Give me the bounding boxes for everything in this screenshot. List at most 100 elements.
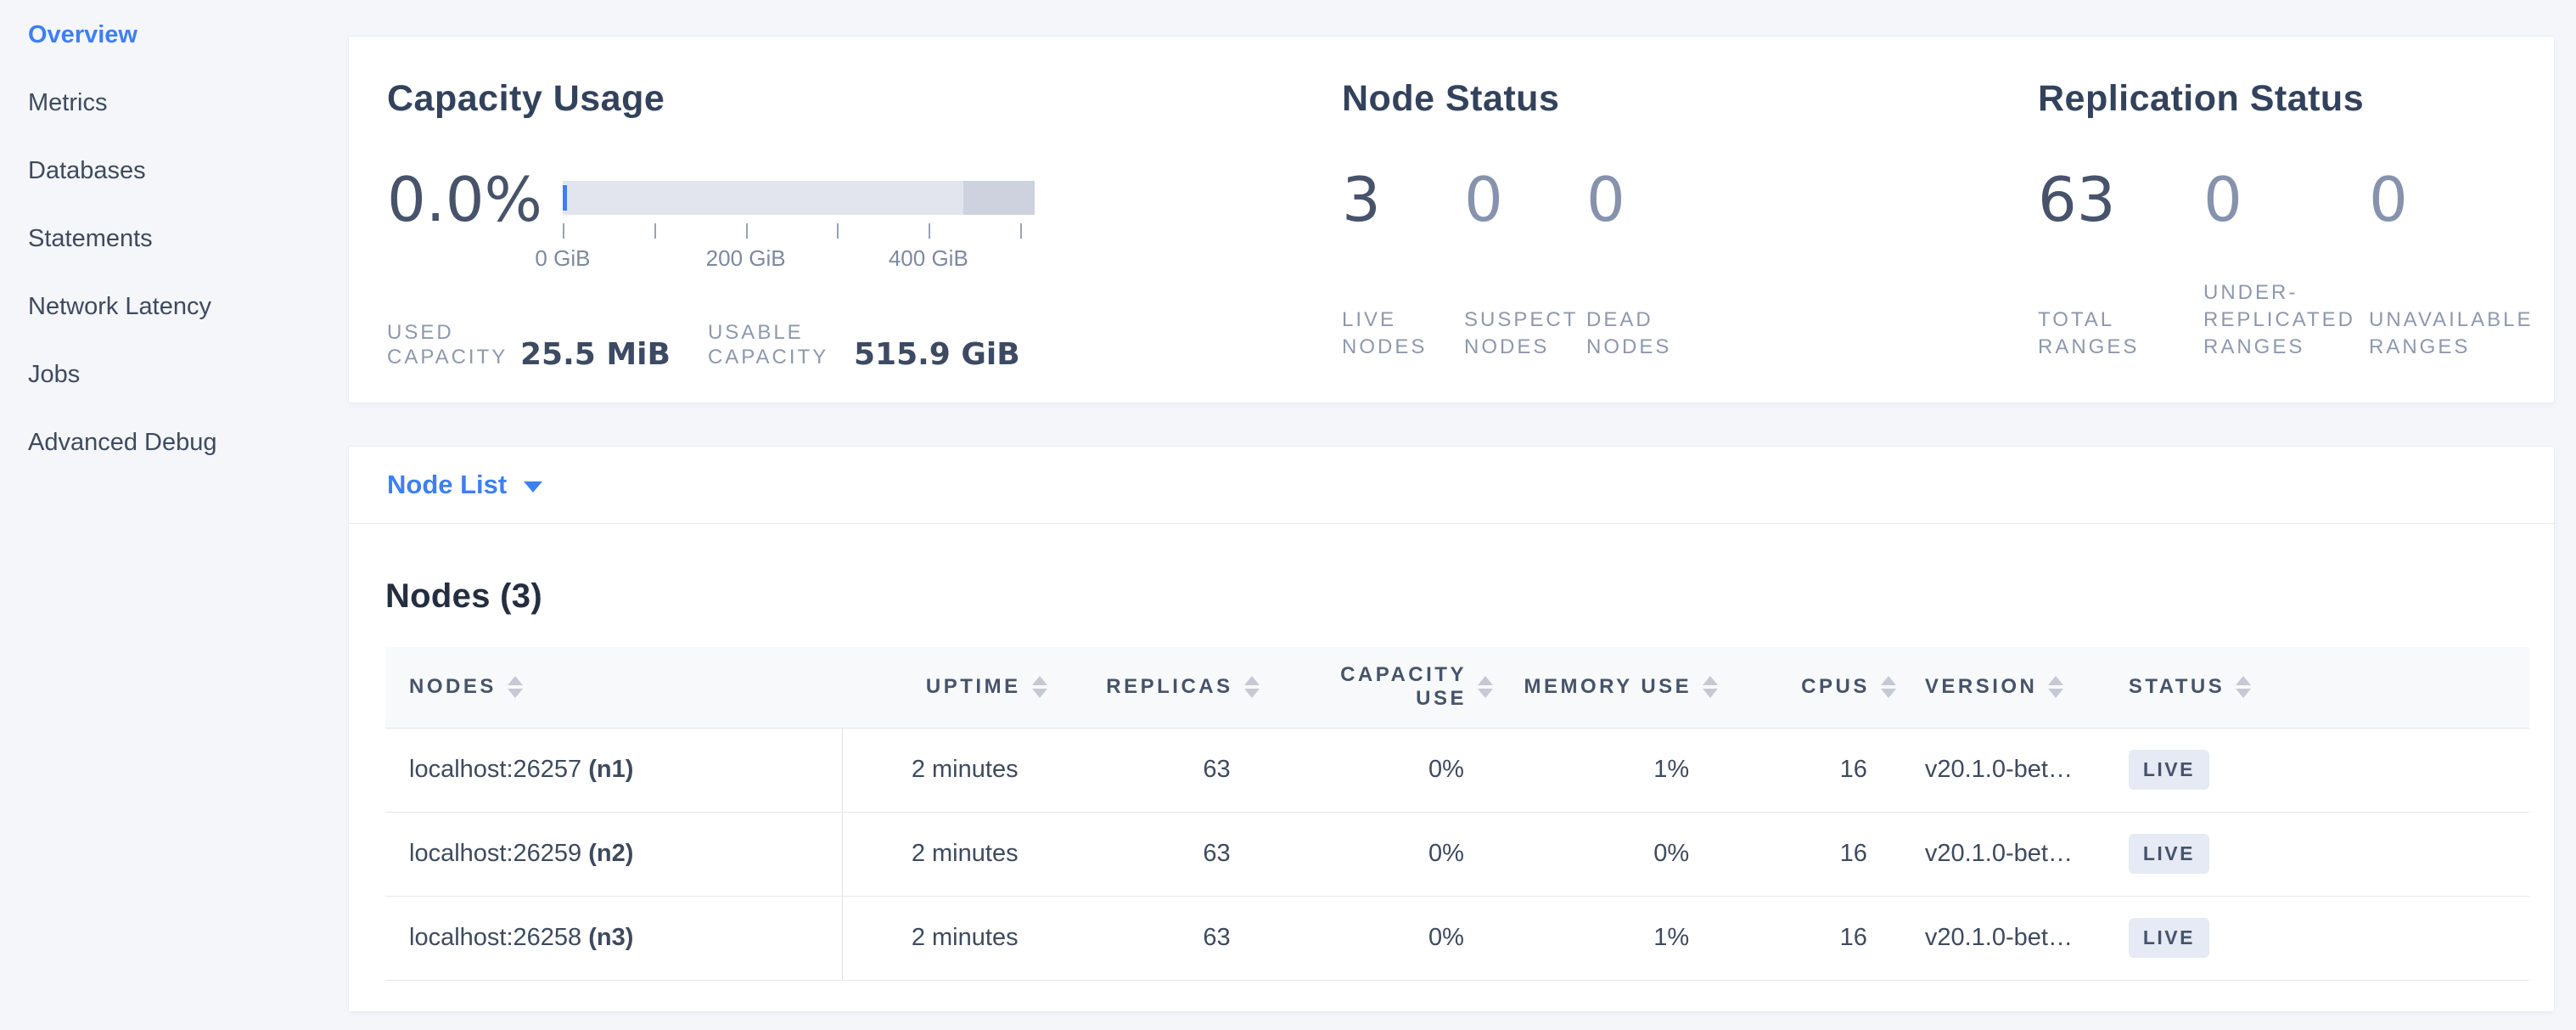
axis-tick [1020, 223, 1022, 239]
nodes-card: Node List Nodes (3) NODES [348, 446, 2555, 1012]
sort-icon[interactable] [2236, 676, 2251, 698]
capacity-usage-title: Capacity Usage [387, 78, 1342, 120]
axis-tick-label: 400 GiB [889, 245, 968, 272]
sort-icon[interactable] [1032, 676, 1047, 698]
capacity-use-cell: 0% [1265, 728, 1498, 812]
capacity-gauge-row: 0.0% 0 GiB [387, 169, 1342, 276]
status-badge: LIVE [2129, 918, 2209, 958]
column-header-capacity-use[interactable]: CAPACITY USE [1265, 647, 1498, 728]
cpus-cell: 16 [1723, 728, 1901, 812]
column-label: STATUS [2129, 675, 2225, 699]
table-row: localhost:26258 (n3) 2 minutes 63 0% 1% … [385, 896, 2529, 980]
total-ranges-value: 63 [2038, 169, 2203, 230]
under-replicated-ranges-value: 0 [2203, 169, 2369, 230]
axis-tick [837, 223, 839, 239]
status-badge: LIVE [2129, 750, 2209, 790]
axis-tick [654, 223, 656, 239]
nodes-count-title: Nodes (3) [385, 577, 2529, 616]
column-label: MEMORY USE [1524, 675, 1692, 699]
column-header-uptime[interactable]: UPTIME [842, 647, 1052, 728]
uptime-cell: 2 minutes [842, 812, 1052, 896]
capacity-use-cell: 0% [1265, 812, 1498, 896]
axis-tick [563, 223, 564, 239]
chevron-down-icon [524, 481, 542, 492]
node-id: (n1) [588, 756, 633, 783]
column-label: REPLICAS [1106, 675, 1232, 699]
table-row: localhost:26257 (n1) 2 minutes 63 0% 1% … [385, 728, 2529, 812]
status-cell: LIVE [2105, 728, 2529, 812]
live-nodes-metric: 3 LIVE NODES [1342, 169, 1464, 361]
under-replicated-ranges-label: UNDER-REPLICATED RANGES [2203, 279, 2377, 361]
capacity-stats-row: USED CAPACITY 25.5 MiB USABLE CAPACITY 5… [387, 320, 1342, 369]
memory-use-cell: 1% [1498, 728, 1723, 812]
node-address-cell: localhost:26259 (n2) [385, 812, 842, 896]
node-list-view-label: Node List [387, 470, 507, 500]
sidebar-item-metrics[interactable]: Metrics [0, 69, 348, 137]
live-nodes-value: 3 [1342, 169, 1464, 230]
uptime-cell: 2 minutes [842, 728, 1052, 812]
sidebar-item-overview[interactable]: Overview [0, 1, 348, 69]
usable-capacity-label: USABLE CAPACITY [708, 320, 835, 369]
node-id: (n3) [588, 924, 633, 951]
column-header-memory-use[interactable]: MEMORY USE [1498, 647, 1723, 728]
unavailable-ranges-label: UNAVAILABLE RANGES [2369, 307, 2543, 361]
unavailable-ranges-metric: 0 UNAVAILABLE RANGES [2369, 169, 2534, 361]
column-label: NODES [409, 675, 497, 699]
replication-status-metrics: 63 TOTAL RANGES 0 UNDER-REPLICATED RANGE… [2038, 169, 2554, 361]
sort-icon[interactable] [1881, 676, 1896, 698]
sidebar: Overview Metrics Databases Statements Ne… [0, 0, 348, 1030]
unavailable-ranges-value: 0 [2369, 169, 2534, 230]
axis-tick-label: 200 GiB [706, 245, 786, 272]
cluster-summary-card: Capacity Usage 0.0% [348, 36, 2555, 403]
sidebar-item-jobs[interactable]: Jobs [0, 341, 348, 408]
sort-icon[interactable] [2048, 676, 2063, 698]
replicas-cell: 63 [1052, 812, 1265, 896]
capacity-use-cell: 0% [1265, 896, 1498, 980]
column-label: CPUS [1801, 675, 1870, 699]
table-row: localhost:26259 (n2) 2 minutes 63 0% 0% … [385, 812, 2529, 896]
sort-icon[interactable] [1703, 676, 1718, 698]
total-ranges-label: TOTAL RANGES [2038, 307, 2212, 361]
usable-capacity-stat: USABLE CAPACITY 515.9 GiB [708, 320, 1020, 369]
used-capacity-stat: USED CAPACITY 25.5 MiB [387, 320, 671, 369]
memory-use-cell: 1% [1498, 896, 1723, 980]
nodes-card-body: Nodes (3) NODES UPTIME [349, 577, 2554, 1011]
capacity-gauge: 0 GiB 200 GiB 400 GiB [563, 169, 1035, 276]
status-cell: LIVE [2105, 812, 2529, 896]
sort-icon[interactable] [508, 676, 523, 698]
under-replicated-ranges-metric: 0 UNDER-REPLICATED RANGES [2203, 169, 2369, 361]
column-header-version[interactable]: VERSION [1901, 647, 2105, 728]
capacity-percent-value: 0.0% [387, 169, 542, 276]
nodes-table-header-row: NODES UPTIME REPLICAS CAPACITY USE [385, 647, 2529, 728]
sort-icon[interactable] [1244, 676, 1260, 698]
capacity-gauge-axis: 0 GiB 200 GiB 400 GiB [563, 223, 1035, 276]
sidebar-item-advanced-debug[interactable]: Advanced Debug [0, 408, 348, 476]
suspect-nodes-label: SUSPECT NODES [1464, 307, 1570, 361]
sidebar-item-statements[interactable]: Statements [0, 205, 348, 273]
column-header-status[interactable]: STATUS [2105, 647, 2529, 728]
column-label: CAPACITY USE [1314, 663, 1467, 711]
node-address: localhost:26259 [409, 840, 581, 867]
node-status-metrics: 3 LIVE NODES 0 SUSPECT NODES 0 DEAD NODE… [1342, 169, 2038, 361]
uptime-cell: 2 minutes [842, 896, 1052, 980]
replicas-cell: 63 [1052, 896, 1265, 980]
main-content: Capacity Usage 0.0% [348, 0, 2576, 1030]
sidebar-item-network-latency[interactable]: Network Latency [0, 273, 348, 341]
capacity-gauge-used-segment [563, 185, 567, 211]
column-header-replicas[interactable]: REPLICAS [1052, 647, 1265, 728]
sort-icon[interactable] [1478, 676, 1493, 698]
status-badge: LIVE [2129, 834, 2209, 874]
status-cell: LIVE [2105, 896, 2529, 980]
usable-capacity-value: 515.9 GiB [854, 339, 1020, 371]
node-list-view-dropdown[interactable]: Node List [387, 470, 542, 500]
live-nodes-label: LIVE NODES [1342, 307, 1448, 361]
suspect-nodes-metric: 0 SUSPECT NODES [1464, 169, 1586, 361]
column-header-nodes[interactable]: NODES [385, 647, 842, 728]
column-header-cpus[interactable]: CPUS [1723, 647, 1901, 728]
replication-status-panel: Replication Status 63 TOTAL RANGES 0 UND… [2038, 78, 2554, 402]
sidebar-item-databases[interactable]: Databases [0, 137, 348, 205]
admin-ui: Overview Metrics Databases Statements Ne… [0, 0, 2576, 1030]
node-address-cell: localhost:26258 (n3) [385, 896, 842, 980]
dead-nodes-value: 0 [1586, 169, 1709, 230]
used-capacity-value: 25.5 MiB [520, 339, 671, 371]
